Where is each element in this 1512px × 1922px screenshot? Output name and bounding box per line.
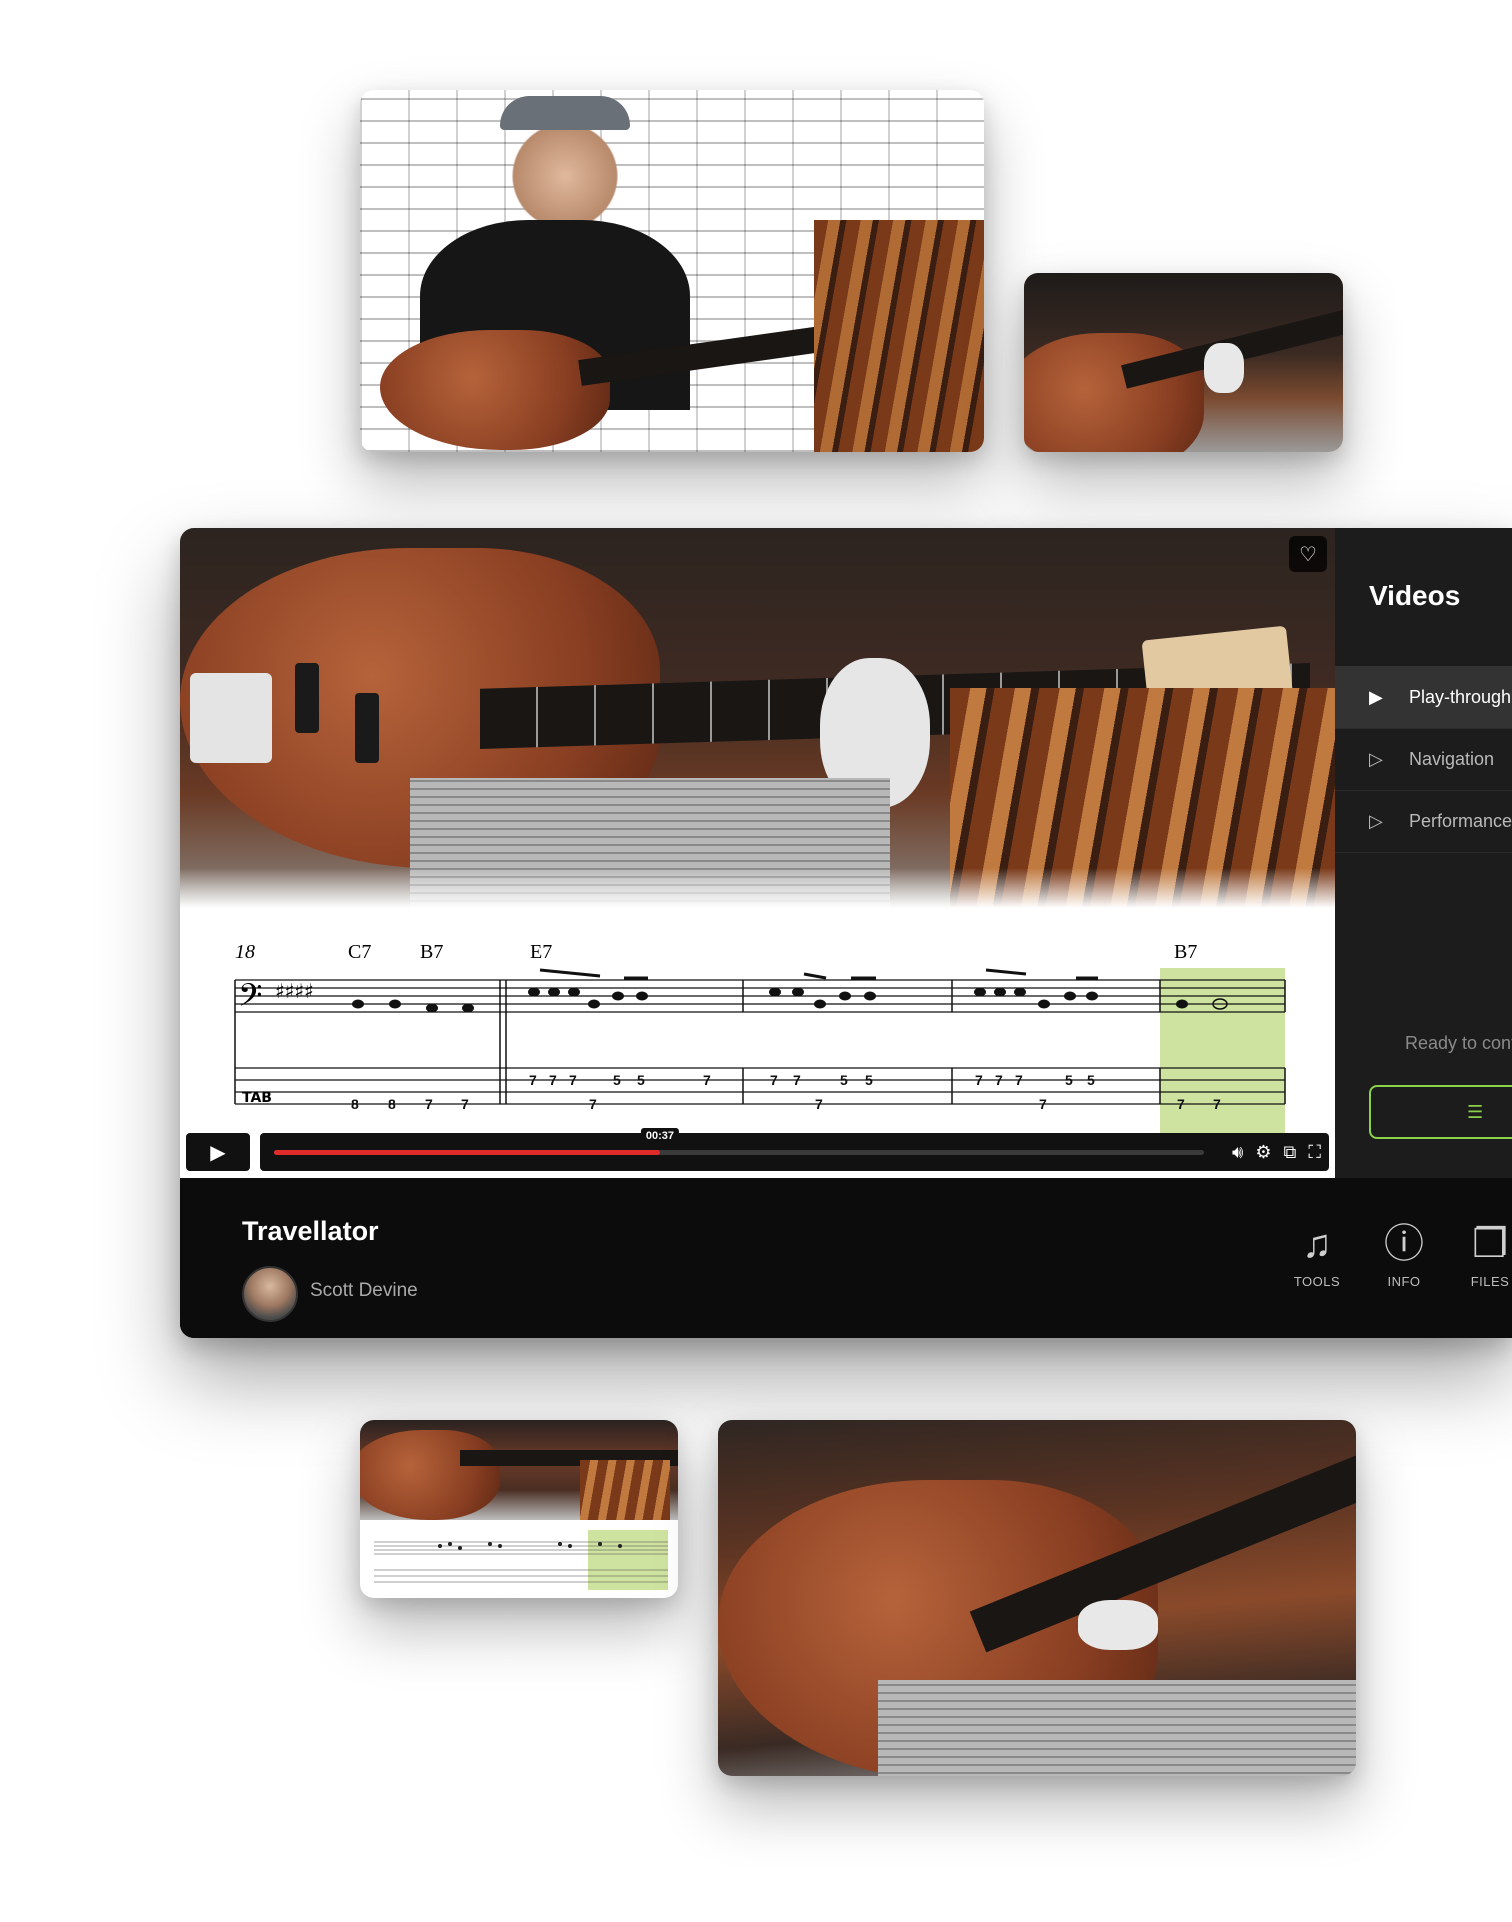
svg-text:7: 7 xyxy=(1039,1096,1047,1112)
video-player-panel: ♡ 18 C7 B7 E7 B7 𝄢 ♯♯♯♯ TAB 8 8 7 7 7 7 … xyxy=(180,528,1512,1338)
track-list-button[interactable]: ☰ xyxy=(1369,1085,1512,1139)
time-tooltip: 00:37 xyxy=(640,1128,680,1144)
video-thumbnail-closeup[interactable] xyxy=(718,1420,1356,1776)
avatar[interactable] xyxy=(242,1266,298,1322)
info-icon: ⓘ xyxy=(1384,1222,1424,1266)
song-title: Travellator xyxy=(242,1216,379,1246)
video-thumbnail-sheet[interactable] xyxy=(360,1420,678,1598)
tool-label: FILES xyxy=(1470,1274,1510,1289)
svg-text:7: 7 xyxy=(1015,1072,1023,1088)
highlighted-measure xyxy=(1160,968,1285,1143)
chord-label: E7 xyxy=(530,941,552,963)
svg-text:5: 5 xyxy=(1087,1072,1095,1088)
fullscreen-icon[interactable]: ⛶ xyxy=(1308,1142,1321,1163)
play-outline-icon: ▷ xyxy=(1369,748,1383,769)
video-area[interactable]: ♡ 18 C7 B7 E7 B7 𝄢 ♯♯♯♯ TAB 8 8 7 7 7 7 … xyxy=(180,528,1335,1178)
notes xyxy=(352,987,1188,1013)
progress-fill xyxy=(274,1150,660,1155)
svg-text:7: 7 xyxy=(770,1072,778,1088)
files-icon: ❐ xyxy=(1472,1222,1508,1266)
chord-label: C7 xyxy=(348,941,371,963)
svg-text:7: 7 xyxy=(529,1072,537,1088)
svg-text:7: 7 xyxy=(569,1072,577,1088)
svg-text:7: 7 xyxy=(793,1072,801,1088)
svg-text:5: 5 xyxy=(840,1072,848,1088)
svg-text:8: 8 xyxy=(351,1096,359,1112)
svg-text:5: 5 xyxy=(1065,1072,1073,1088)
tab-clef: TAB xyxy=(242,1090,272,1106)
chord-label: B7 xyxy=(1174,941,1197,963)
chord-label: B7 xyxy=(420,941,443,963)
gear-icon[interactable]: ⚙ xyxy=(1255,1142,1271,1163)
video-thumbnail-fretboard[interactable] xyxy=(1024,273,1343,452)
sidebar-item-label: Navigation xyxy=(1409,748,1495,769)
svg-text:5: 5 xyxy=(613,1072,621,1088)
svg-text:7: 7 xyxy=(703,1072,711,1088)
sidebar-item-label: Play-through xyxy=(1409,686,1512,707)
tools-button[interactable]: ♫ TOOLS xyxy=(1277,1222,1357,1289)
svg-text:7: 7 xyxy=(975,1072,983,1088)
play-outline-icon: ▷ xyxy=(1369,810,1383,831)
svg-text:7: 7 xyxy=(549,1072,557,1088)
sidebar-title: Videos xyxy=(1369,580,1461,611)
mini-sheet-music xyxy=(374,1530,668,1590)
music-note-icon: ♫ xyxy=(1302,1222,1332,1266)
volume-icon[interactable]: 🔊︎ xyxy=(1232,1142,1243,1163)
svg-text:5: 5 xyxy=(865,1072,873,1088)
beams xyxy=(539,968,1098,980)
play-icon: ▶ xyxy=(1369,686,1383,707)
bass-clef: 𝄢 xyxy=(238,977,262,1021)
svg-text:7: 7 xyxy=(589,1096,597,1112)
svg-text:7: 7 xyxy=(1177,1096,1185,1112)
svg-text:7: 7 xyxy=(461,1096,469,1112)
progress-track[interactable]: 00:37 xyxy=(274,1128,1204,1155)
video-thumbnail-presenter[interactable] xyxy=(360,90,984,452)
sidebar-item-performance[interactable]: ▷ Performance xyxy=(1335,790,1512,853)
bar-lines xyxy=(234,980,1286,1104)
tool-label: TOOLS xyxy=(1293,1274,1341,1289)
svg-text:7: 7 xyxy=(995,1072,1003,1088)
play-icon: ▶ xyxy=(210,1141,226,1164)
list-icon: ☰ xyxy=(1467,1101,1484,1122)
svg-text:7: 7 xyxy=(815,1096,823,1112)
player-controls: ▶ 00:37 🔊︎ ⚙ ⧉ ⛶ xyxy=(186,1128,1329,1171)
tool-label: INFO xyxy=(1387,1274,1421,1289)
pip-icon[interactable]: ⧉ xyxy=(1284,1142,1297,1163)
video-frame[interactable] xyxy=(180,528,1335,908)
sidebar-item-navigation[interactable]: ▷ Navigation xyxy=(1335,728,1512,791)
author-name[interactable]: Scott Devine xyxy=(310,1280,418,1302)
svg-text:5: 5 xyxy=(637,1072,645,1088)
sidebar-item-label: Performance xyxy=(1408,810,1512,831)
svg-text:8: 8 xyxy=(388,1096,396,1112)
key-signature: ♯♯♯♯ xyxy=(275,979,314,1003)
heart-icon: ♡ xyxy=(1299,543,1317,566)
info-button[interactable]: ⓘ INFO xyxy=(1364,1222,1444,1289)
svg-text:7: 7 xyxy=(425,1096,433,1112)
ready-text: Ready to continue xyxy=(1405,1033,1512,1053)
files-button[interactable]: ❐ FILES xyxy=(1450,1222,1512,1289)
lesson-info-bar: Travellator Scott Devine ♫ TOOLS ⓘ INFO … xyxy=(180,1178,1512,1338)
control-bar: 00:37 🔊︎ ⚙ ⧉ ⛶ xyxy=(260,1128,1329,1171)
videos-sidebar: Videos ▶ Play-through ▷ Navigation ▷ Per… xyxy=(1335,528,1512,1178)
svg-text:7: 7 xyxy=(1213,1096,1221,1112)
play-button[interactable]: ▶ xyxy=(186,1133,250,1171)
favorite-button[interactable]: ♡ xyxy=(1289,536,1327,572)
sidebar-item-play-through[interactable]: ▶ Play-through xyxy=(1335,666,1512,729)
measure-number: 18 xyxy=(235,941,255,963)
